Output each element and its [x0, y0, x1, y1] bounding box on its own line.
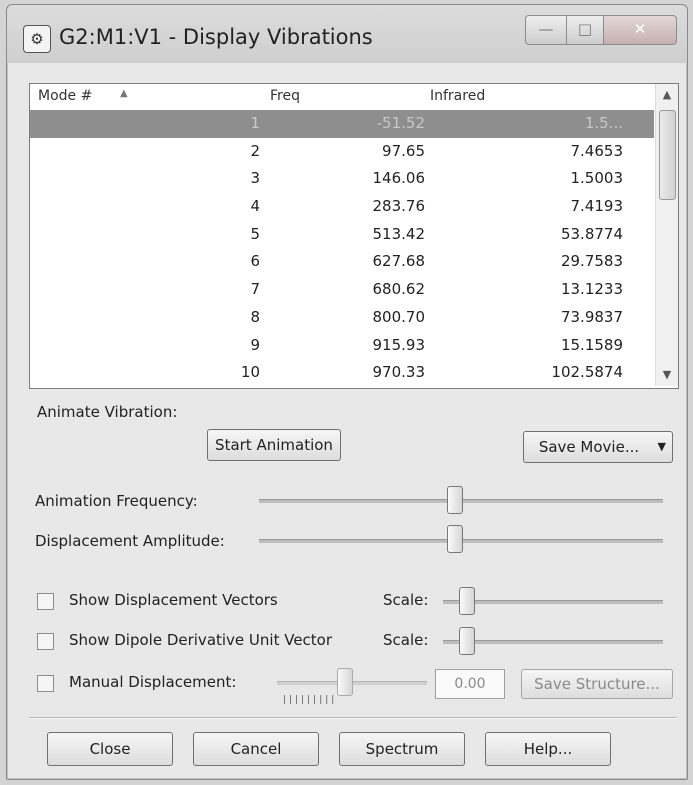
- row-mode: 10: [240, 363, 260, 382]
- cancel-button[interactable]: Cancel: [193, 732, 319, 766]
- list-row-5[interactable]: 5 513.42 53.8774: [30, 221, 654, 249]
- list-row-8[interactable]: 8 800.70 73.9837: [30, 304, 654, 332]
- row-infrared: 29.7583: [560, 252, 623, 271]
- manual-displacement-label: Manual Displacement:: [69, 673, 237, 691]
- list-row-10[interactable]: 10 970.33 102.5874: [30, 359, 654, 387]
- row-mode: 3: [250, 169, 260, 188]
- footer-separator: [29, 717, 677, 719]
- row-infrared: 7.4193: [570, 197, 624, 216]
- show-displacement-vectors-label: Show Displacement Vectors: [69, 591, 278, 609]
- header-freq[interactable]: Freq: [270, 88, 300, 104]
- manual-displacement-value[interactable]: 0.00: [435, 669, 505, 699]
- start-animation-button[interactable]: Start Animation: [207, 429, 341, 461]
- row-freq: 680.62: [372, 280, 426, 299]
- save-movie-button[interactable]: Save Movie... ▼: [523, 431, 673, 463]
- minimize-icon[interactable]: —: [525, 15, 567, 45]
- row-infrared: 53.8774: [560, 224, 623, 243]
- row-freq: 146.06: [372, 169, 426, 188]
- list-row-4[interactable]: 4 283.76 7.4193: [30, 193, 654, 221]
- list-row-3[interactable]: 3 146.06 1.5003: [30, 165, 654, 193]
- animation-frequency-thumb[interactable]: [447, 486, 463, 514]
- row-infrared: 73.9837: [560, 307, 623, 326]
- row-freq: 800.70: [372, 307, 426, 326]
- list-row-1[interactable]: 1 -51.52 1.5...: [30, 110, 654, 138]
- window-controls: — □ ✕: [525, 15, 677, 45]
- maximize-icon[interactable]: □: [567, 15, 604, 45]
- list-row-7[interactable]: 7 680.62 13.1233: [30, 276, 654, 304]
- row-infrared: 1.5003: [570, 169, 624, 188]
- list-row-6[interactable]: 6 627.68 29.7583: [30, 248, 654, 276]
- list-header: Mode # ▲ Freq Infrared: [30, 84, 654, 111]
- row-mode: 8: [250, 307, 260, 326]
- displacement-amplitude-label: Displacement Amplitude:: [35, 532, 225, 550]
- displacement-amplitude-thumb[interactable]: [447, 525, 463, 553]
- manual-displacement-checkbox[interactable]: [37, 675, 54, 692]
- row-freq: 915.93: [372, 335, 426, 354]
- save-movie-label: Save Movie...: [538, 438, 640, 456]
- animate-vibration-label: Animate Vibration:: [37, 403, 178, 421]
- row-freq: 97.65: [382, 141, 425, 160]
- dipole-scale-label: Scale:: [383, 631, 429, 649]
- dipole-scale-thumb[interactable]: [459, 627, 475, 655]
- row-mode: 5: [250, 224, 260, 243]
- modes-list[interactable]: Mode # ▲ Freq Infrared 1 -51.52 1.5... 2…: [29, 83, 679, 389]
- row-mode: 6: [250, 252, 260, 271]
- display-vibrations-dialog: ⚙ G2:M1:V1 - Display Vibrations — □ ✕ Mo…: [6, 4, 688, 780]
- title-bar: ⚙ G2:M1:V1 - Display Vibrations — □ ✕: [7, 5, 687, 63]
- list-rows: 1 -51.52 1.5... 2 97.65 7.4653 3 146.06 …: [30, 110, 654, 387]
- manual-displacement-ticks: |||||||||: [283, 695, 338, 705]
- row-freq: 627.68: [372, 252, 426, 271]
- scroll-down-icon[interactable]: ▼: [656, 364, 678, 386]
- manual-displacement-thumb[interactable]: [337, 668, 353, 696]
- sort-arrow-icon: ▲: [120, 88, 128, 99]
- row-freq: 283.76: [372, 197, 426, 216]
- show-dipole-vector-checkbox[interactable]: [37, 633, 54, 650]
- row-mode: 1: [250, 114, 260, 132]
- dropdown-arrow-icon: ▼: [657, 440, 666, 453]
- save-structure-button[interactable]: Save Structure...: [521, 669, 673, 699]
- list-scrollbar[interactable]: ▲ ▼: [655, 84, 678, 386]
- spectrum-button[interactable]: Spectrum: [339, 732, 465, 766]
- close-button[interactable]: Close: [47, 732, 173, 766]
- help-button[interactable]: Help...: [485, 732, 611, 766]
- close-icon[interactable]: ✕: [604, 15, 677, 45]
- row-infrared: 13.1233: [560, 280, 623, 299]
- animation-frequency-label: Animation Frequency:: [35, 492, 198, 510]
- row-infrared: 7.4653: [570, 141, 624, 160]
- show-dipole-vector-label: Show Dipole Derivative Unit Vector: [69, 631, 333, 649]
- displacement-scale-thumb[interactable]: [459, 587, 475, 615]
- row-freq: 970.33: [372, 363, 426, 382]
- displacement-scale-label: Scale:: [383, 591, 429, 609]
- list-row-9[interactable]: 9 915.93 15.1589: [30, 332, 654, 360]
- dipole-scale-slider[interactable]: [443, 640, 663, 644]
- scroll-thumb[interactable]: [659, 110, 676, 200]
- list-row-2[interactable]: 2 97.65 7.4653: [30, 138, 654, 166]
- row-freq: 513.42: [372, 224, 426, 243]
- row-mode: 4: [250, 197, 260, 216]
- row-mode: 2: [250, 141, 260, 160]
- row-infrared: 102.5874: [551, 363, 623, 382]
- displacement-scale-slider[interactable]: [443, 600, 663, 604]
- header-infrared[interactable]: Infrared: [430, 88, 485, 104]
- window-title: G2:M1:V1 - Display Vibrations: [59, 25, 373, 49]
- scroll-up-icon[interactable]: ▲: [656, 84, 678, 106]
- header-mode[interactable]: Mode #: [38, 88, 92, 104]
- row-freq: -51.52: [376, 114, 425, 132]
- row-mode: 9: [250, 335, 260, 354]
- row-infrared: 1.5...: [584, 114, 623, 132]
- app-icon: ⚙: [23, 25, 51, 53]
- show-displacement-vectors-checkbox[interactable]: [37, 593, 54, 610]
- row-mode: 7: [250, 280, 260, 299]
- row-infrared: 15.1589: [560, 335, 623, 354]
